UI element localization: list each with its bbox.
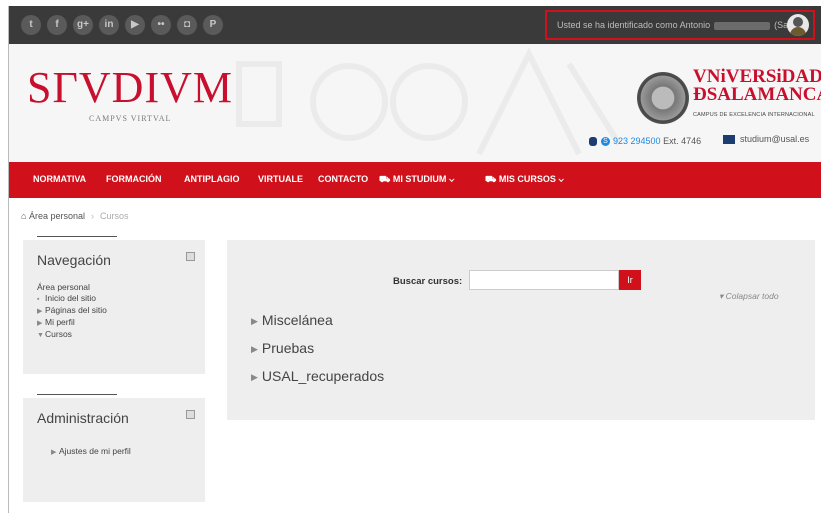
nav-mi-studium[interactable]: ⛟ MI STUDIUM ⌄: [379, 174, 455, 186]
facebook-icon[interactable]: f: [47, 15, 67, 35]
pinterest-icon[interactable]: P: [203, 15, 223, 35]
expand-arrow-icon: ▶: [251, 371, 258, 382]
twitter-icon[interactable]: t: [21, 15, 41, 35]
main-nav: NORMATIVA FORMACIÓN ANTIPLAGIO VIRTUALE …: [9, 162, 821, 198]
expand-arrow-icon: ▶: [37, 308, 43, 315]
studium-logo[interactable]: SΓVDIVM: [27, 66, 233, 110]
car-icon: ⛟: [379, 174, 393, 184]
nav-tree-item[interactable]: ▪ Inicio del sitio: [37, 293, 107, 305]
login-prefix: Usted se ha identificado como Antonio: [557, 20, 711, 30]
navegacion-block: Navegación Área personal ▪ Inicio del sit…: [23, 236, 205, 374]
site-header: SΓVDIVM CAMPVS VIRTVAL VNiVERSiDAD ÐSALA…: [9, 44, 821, 162]
usal-line2: ÐSALAMANCA: [693, 84, 821, 105]
instagram-icon[interactable]: ◘: [177, 15, 197, 35]
avatar[interactable]: [787, 14, 809, 36]
studium-subtitle: CAMPVS VIRTVAL: [89, 114, 172, 123]
category-item[interactable]: ▶ Miscelánea: [251, 312, 333, 328]
usal-logo[interactable]: VNiVERSiDAD ÐSALAMANCA: [693, 67, 821, 105]
nav-tree-item[interactable]: Área personal: [37, 282, 107, 293]
collapse-arrow-icon: ▼: [37, 332, 44, 339]
phone-icon: [589, 137, 597, 147]
search-button[interactable]: Ir: [619, 270, 641, 290]
flickr-icon[interactable]: ••: [151, 15, 171, 35]
top-bar: t f g+ in ▶ •• ◘ P Usted se ha identific…: [9, 6, 821, 44]
breadcrumb-current[interactable]: Cursos: [100, 211, 129, 221]
cursos-icon: ⛟: [485, 174, 499, 184]
breadcrumb-separator: ›: [90, 211, 94, 221]
expand-arrow-icon: ▶: [251, 343, 258, 354]
skype-icon: S: [601, 137, 610, 147]
nav-tree-item[interactable]: ▶ Mi perfil: [37, 317, 107, 329]
admin-tree-item[interactable]: ▶ Ajustes de mi perfil: [51, 446, 131, 458]
category-item[interactable]: ▶ USAL_recuperados: [251, 368, 384, 384]
nav-mis-cursos-label: MIS CURSOS ⌄: [498, 174, 565, 184]
collapse-all-link[interactable]: ▾ Colapsar todo: [719, 291, 779, 302]
youtube-icon[interactable]: ▶: [125, 15, 145, 35]
login-info: Usted se ha identificado como Antonio(Sa…: [545, 10, 815, 40]
breadcrumb-home[interactable]: Área personal: [29, 211, 85, 221]
nav-tree-item[interactable]: ▶ Páginas del sitio: [37, 305, 107, 317]
usal-seal-icon: [637, 72, 689, 124]
course-categories-panel: Buscar cursos: Ir ▾ Colapsar todo ▶ Misce…: [227, 240, 815, 420]
nav-virtuale[interactable]: VIRTUALE: [258, 174, 303, 184]
nav-mis-cursos[interactable]: ⛟ MIS CURSOS ⌄: [485, 174, 564, 186]
expand-arrow-icon: ▶: [251, 315, 258, 326]
home-icon: ⌂: [21, 211, 29, 221]
redacted-surname: [714, 21, 771, 30]
google-plus-icon[interactable]: g+: [73, 15, 93, 35]
block-divider: [37, 394, 117, 395]
chevron-down-icon: ▾: [719, 291, 726, 301]
category-item[interactable]: ▶ Pruebas: [251, 340, 314, 356]
administracion-block: Administración ▶ Ajustes de mi perfil: [23, 394, 205, 502]
expand-arrow-icon: ▶: [51, 449, 57, 456]
collapse-block-icon[interactable]: [186, 252, 195, 261]
search-label: Buscar cursos:: [393, 276, 463, 287]
breadcrumb: ⌂ Área personal › Cursos: [21, 211, 129, 221]
bullet-icon: ▪: [37, 296, 40, 303]
navegacion-tree: Área personal ▪ Inicio del sitio ▶ Páginas…: [37, 282, 107, 341]
email-contact: studium@usal.es: [723, 134, 809, 145]
login-info-text: Usted se ha identificado como Antonio(Sa…: [557, 20, 798, 30]
nav-contacto[interactable]: CONTACTO: [318, 174, 368, 184]
nav-formacion[interactable]: FORMACIÓN: [106, 174, 162, 184]
nav-normativa[interactable]: NORMATIVA: [33, 174, 86, 184]
nav-antiplagio[interactable]: ANTIPLAGIO: [184, 174, 240, 184]
nav-tree-item[interactable]: ▼Cursos: [37, 329, 107, 341]
phone-number[interactable]: 923 294500: [613, 136, 661, 146]
page-frame: t f g+ in ▶ •• ◘ P Usted se ha identific…: [8, 6, 821, 513]
mail-icon: [723, 135, 735, 145]
administracion-title: Administración: [37, 410, 129, 426]
search-input[interactable]: [469, 270, 619, 290]
email-link[interactable]: studium@usal.es: [740, 134, 809, 144]
phone-ext: Ext. 4746: [663, 136, 702, 146]
navegacion-title: Navegación: [37, 252, 111, 268]
usal-tagline: CAMPUS DE EXCELENCIA INTERNACIONAL: [693, 112, 815, 118]
nav-mi-studium-label: MI STUDIUM ⌄: [392, 174, 455, 184]
block-divider: [37, 236, 117, 237]
social-links: t f g+ in ▶ •• ◘ P: [21, 15, 223, 35]
expand-arrow-icon: ▶: [37, 320, 43, 327]
phone-contact: S 923 294500 Ext. 4746: [589, 136, 702, 147]
linkedin-icon[interactable]: in: [99, 15, 119, 35]
administracion-tree: ▶ Ajustes de mi perfil: [51, 446, 131, 458]
collapse-block-icon[interactable]: [186, 410, 195, 419]
